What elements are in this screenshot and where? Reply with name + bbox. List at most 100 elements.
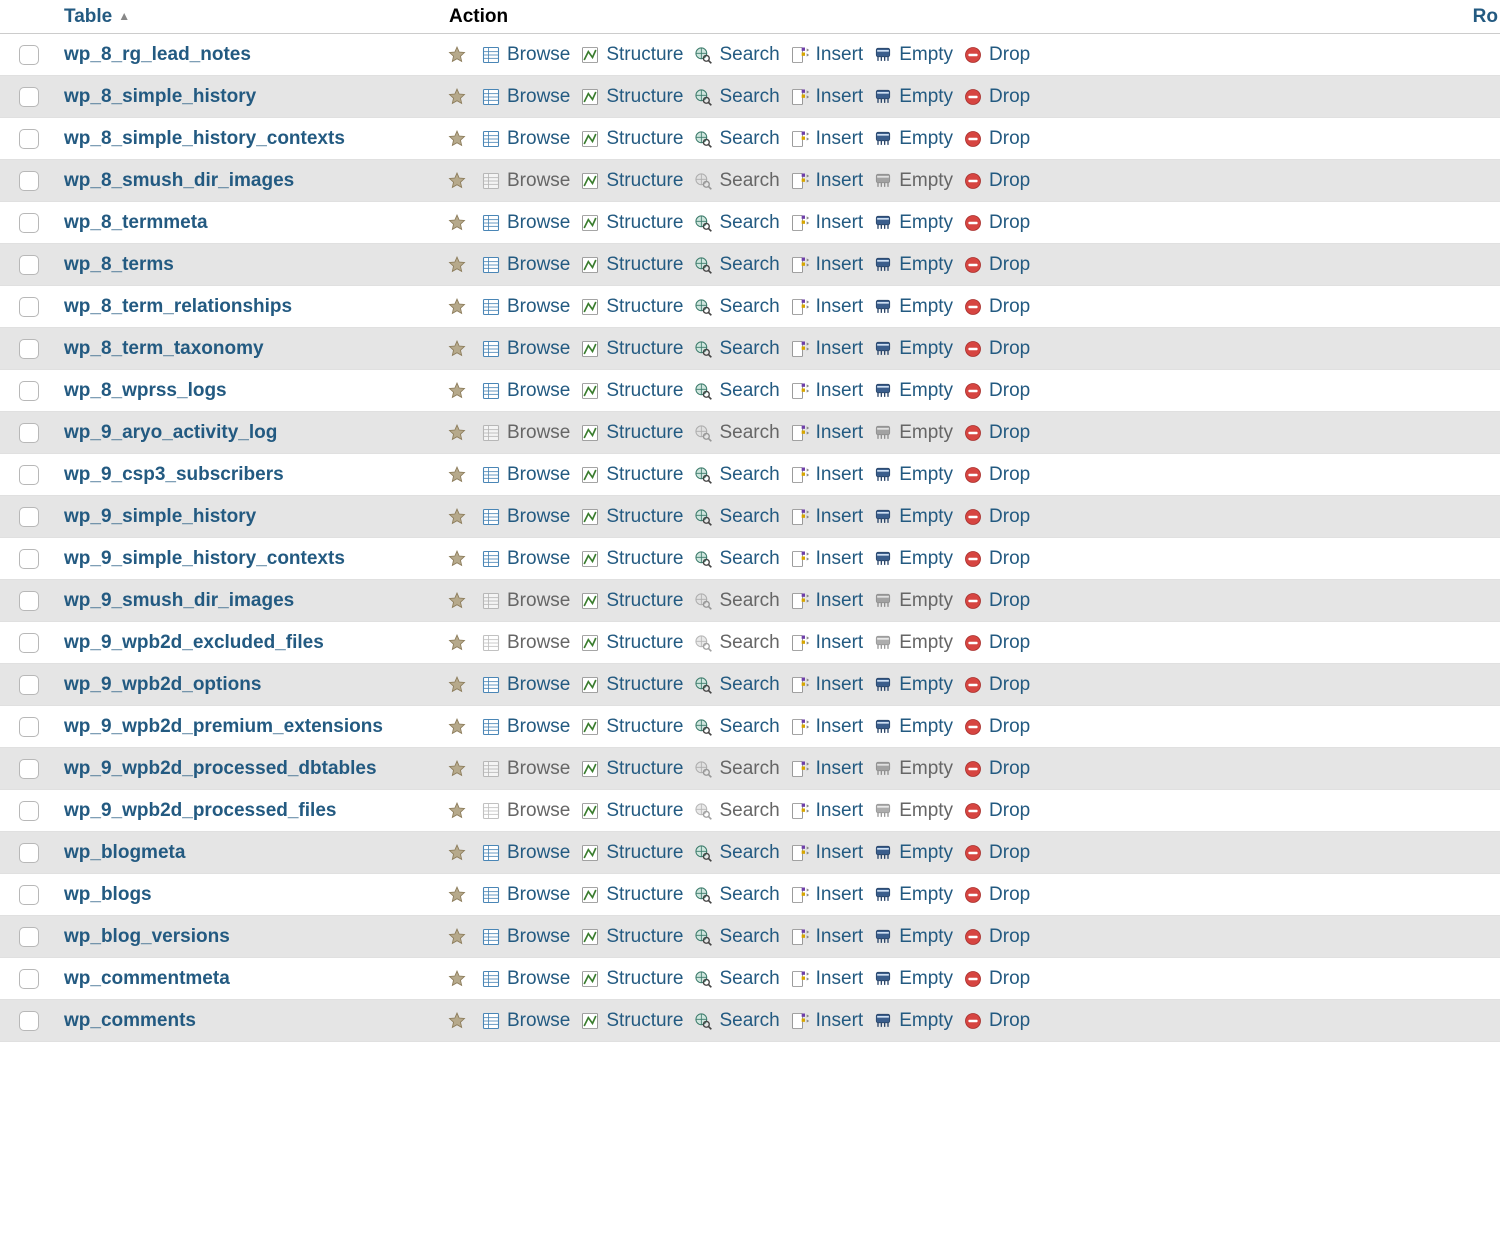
row-checkbox[interactable] [19, 465, 39, 485]
structure-action[interactable]: Structure [578, 504, 685, 530]
drop-action[interactable]: Drop [961, 672, 1032, 698]
insert-action[interactable]: Insert [788, 840, 866, 866]
insert-action[interactable]: Insert [788, 504, 866, 530]
row-checkbox[interactable] [19, 87, 39, 107]
empty-action[interactable]: Empty [871, 546, 955, 572]
structure-action[interactable]: Structure [578, 546, 685, 572]
favorite-star-icon[interactable] [445, 127, 469, 151]
table-name-link[interactable]: wp_commentmeta [56, 968, 441, 990]
insert-action[interactable]: Insert [788, 882, 866, 908]
search-action[interactable]: Search [691, 546, 781, 572]
drop-action[interactable]: Drop [961, 210, 1032, 236]
drop-action[interactable]: Drop [961, 378, 1032, 404]
empty-action[interactable]: Empty [871, 126, 955, 152]
structure-action[interactable]: Structure [578, 714, 685, 740]
row-checkbox[interactable] [19, 297, 39, 317]
table-name-link[interactable]: wp_9_csp3_subscribers [56, 464, 441, 486]
table-name-link[interactable]: wp_8_rg_lead_notes [56, 44, 441, 66]
search-action[interactable]: Search [691, 504, 781, 530]
favorite-star-icon[interactable] [445, 379, 469, 403]
search-action[interactable]: Search [691, 714, 781, 740]
favorite-star-icon[interactable] [445, 883, 469, 907]
favorite-star-icon[interactable] [445, 421, 469, 445]
search-action[interactable]: Search [691, 126, 781, 152]
row-checkbox[interactable] [19, 591, 39, 611]
browse-action[interactable]: Browse [479, 966, 572, 992]
drop-action[interactable]: Drop [961, 42, 1032, 68]
browse-action[interactable]: Browse [479, 42, 572, 68]
browse-action[interactable]: Browse [479, 924, 572, 950]
search-action[interactable]: Search [691, 84, 781, 110]
structure-action[interactable]: Structure [578, 210, 685, 236]
empty-action[interactable]: Empty [871, 588, 955, 614]
empty-action[interactable]: Empty [871, 42, 955, 68]
favorite-star-icon[interactable] [445, 295, 469, 319]
insert-action[interactable]: Insert [788, 462, 866, 488]
table-name-link[interactable]: wp_9_simple_history_contexts [56, 548, 441, 570]
empty-action[interactable]: Empty [871, 420, 955, 446]
browse-action[interactable]: Browse [479, 126, 572, 152]
browse-action[interactable]: Browse [479, 798, 572, 824]
structure-action[interactable]: Structure [578, 126, 685, 152]
search-action[interactable]: Search [691, 294, 781, 320]
browse-action[interactable]: Browse [479, 546, 572, 572]
drop-action[interactable]: Drop [961, 462, 1032, 488]
empty-action[interactable]: Empty [871, 378, 955, 404]
empty-action[interactable]: Empty [871, 798, 955, 824]
empty-action[interactable]: Empty [871, 84, 955, 110]
drop-action[interactable]: Drop [961, 756, 1032, 782]
drop-action[interactable]: Drop [961, 252, 1032, 278]
row-checkbox[interactable] [19, 675, 39, 695]
search-action[interactable]: Search [691, 1008, 781, 1034]
drop-action[interactable]: Drop [961, 546, 1032, 572]
row-checkbox[interactable] [19, 759, 39, 779]
empty-action[interactable]: Empty [871, 630, 955, 656]
browse-action[interactable]: Browse [479, 588, 572, 614]
browse-action[interactable]: Browse [479, 168, 572, 194]
favorite-star-icon[interactable] [445, 169, 469, 193]
row-checkbox[interactable] [19, 549, 39, 569]
row-checkbox[interactable] [19, 801, 39, 821]
favorite-star-icon[interactable] [445, 673, 469, 697]
drop-action[interactable]: Drop [961, 168, 1032, 194]
row-checkbox[interactable] [19, 1011, 39, 1031]
drop-action[interactable]: Drop [961, 420, 1032, 446]
row-checkbox[interactable] [19, 927, 39, 947]
row-checkbox[interactable] [19, 969, 39, 989]
empty-action[interactable]: Empty [871, 840, 955, 866]
row-checkbox[interactable] [19, 129, 39, 149]
row-checkbox[interactable] [19, 45, 39, 65]
empty-action[interactable]: Empty [871, 504, 955, 530]
favorite-star-icon[interactable] [445, 463, 469, 487]
row-checkbox[interactable] [19, 885, 39, 905]
favorite-star-icon[interactable] [445, 1009, 469, 1033]
insert-action[interactable]: Insert [788, 84, 866, 110]
row-checkbox[interactable] [19, 213, 39, 233]
favorite-star-icon[interactable] [445, 337, 469, 361]
empty-action[interactable]: Empty [871, 462, 955, 488]
table-name-link[interactable]: wp_comments [56, 1010, 441, 1032]
browse-action[interactable]: Browse [479, 336, 572, 362]
empty-action[interactable]: Empty [871, 336, 955, 362]
drop-action[interactable]: Drop [961, 840, 1032, 866]
structure-action[interactable]: Structure [578, 1008, 685, 1034]
structure-action[interactable]: Structure [578, 420, 685, 446]
browse-action[interactable]: Browse [479, 504, 572, 530]
row-checkbox[interactable] [19, 717, 39, 737]
favorite-star-icon[interactable] [445, 85, 469, 109]
browse-action[interactable]: Browse [479, 756, 572, 782]
browse-action[interactable]: Browse [479, 210, 572, 236]
structure-action[interactable]: Structure [578, 798, 685, 824]
empty-action[interactable]: Empty [871, 168, 955, 194]
drop-action[interactable]: Drop [961, 882, 1032, 908]
empty-action[interactable]: Empty [871, 294, 955, 320]
table-name-link[interactable]: wp_9_wpb2d_processed_dbtables [56, 758, 441, 780]
structure-action[interactable]: Structure [578, 378, 685, 404]
table-name-link[interactable]: wp_8_simple_history [56, 86, 441, 108]
structure-action[interactable]: Structure [578, 756, 685, 782]
empty-action[interactable]: Empty [871, 966, 955, 992]
table-name-link[interactable]: wp_9_wpb2d_options [56, 674, 441, 696]
search-action[interactable]: Search [691, 336, 781, 362]
insert-action[interactable]: Insert [788, 420, 866, 446]
insert-action[interactable]: Insert [788, 630, 866, 656]
